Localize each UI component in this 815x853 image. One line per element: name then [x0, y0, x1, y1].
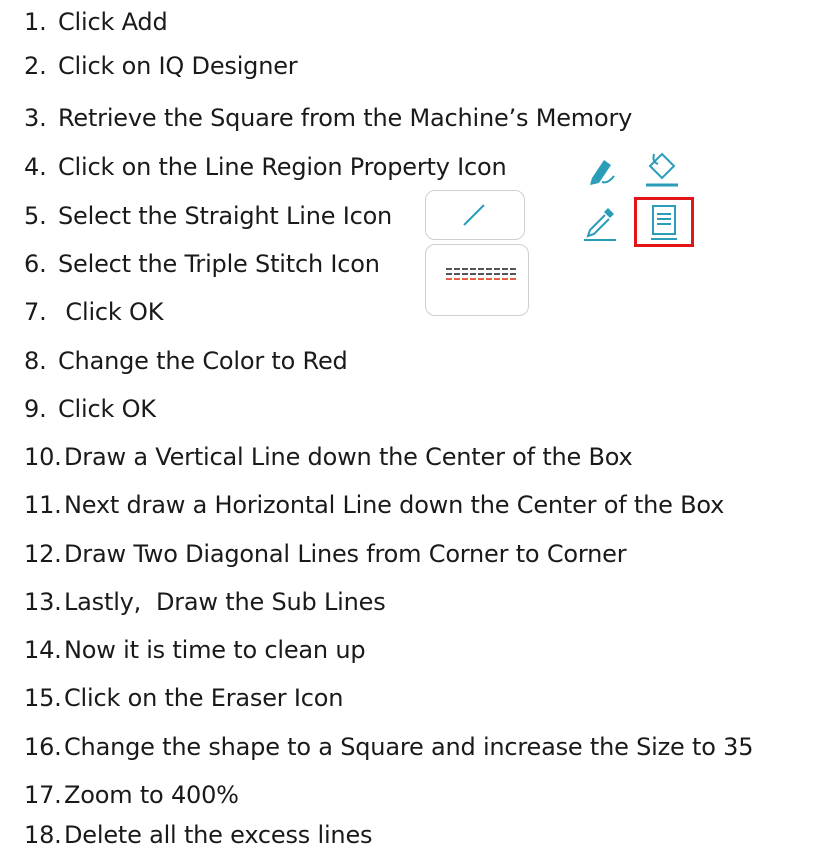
- triple-stitch-icon: [446, 268, 518, 280]
- fill-bucket-icon[interactable]: [640, 148, 684, 190]
- step-15: 15. Click on the Eraser Icon: [24, 684, 344, 712]
- step-8: 8. Change the Color to Red: [24, 347, 348, 375]
- step-2: 2. Click on IQ Designer: [24, 52, 298, 80]
- triple-stitch-icon-tile[interactable]: [425, 244, 529, 316]
- straight-line-icon: [463, 204, 485, 226]
- pen-icon[interactable]: [578, 150, 622, 190]
- line-property-icon-palette: [566, 144, 700, 249]
- step-18: 18. Delete all the excess lines: [24, 821, 373, 849]
- eyedropper-icon[interactable]: [578, 200, 622, 244]
- step-5: 5. Select the Straight Line Icon: [24, 202, 393, 230]
- step-11: 11. Next draw a Horizontal Line down the …: [24, 491, 725, 519]
- step-14: 14. Now it is time to clean up: [24, 636, 366, 664]
- step-17: 17. Zoom to 400%: [24, 781, 239, 809]
- step-9: 9. Click OK: [24, 395, 156, 423]
- step-6: 6. Select the Triple Stitch Icon: [24, 250, 380, 278]
- step-3: 3. Retrieve the Square from the Machine’s…: [24, 104, 633, 132]
- step-16: 16. Change the shape to a Square and incr…: [24, 733, 754, 761]
- straight-line-icon-tile[interactable]: [425, 190, 525, 240]
- step-12: 12. Draw Two Diagonal Lines from Corner t…: [24, 540, 627, 568]
- step-10: 10. Draw a Vertical Line down the Center …: [24, 443, 633, 471]
- step-13: 13. Lastly, Draw the Sub Lines: [24, 588, 386, 616]
- step-4: 4. Click on the Line Region Property Icon: [24, 153, 507, 181]
- step-1: 1. Click Add: [24, 8, 168, 36]
- line-region-property-icon[interactable]: [634, 197, 694, 247]
- step-7: 7. Click OK: [24, 298, 164, 326]
